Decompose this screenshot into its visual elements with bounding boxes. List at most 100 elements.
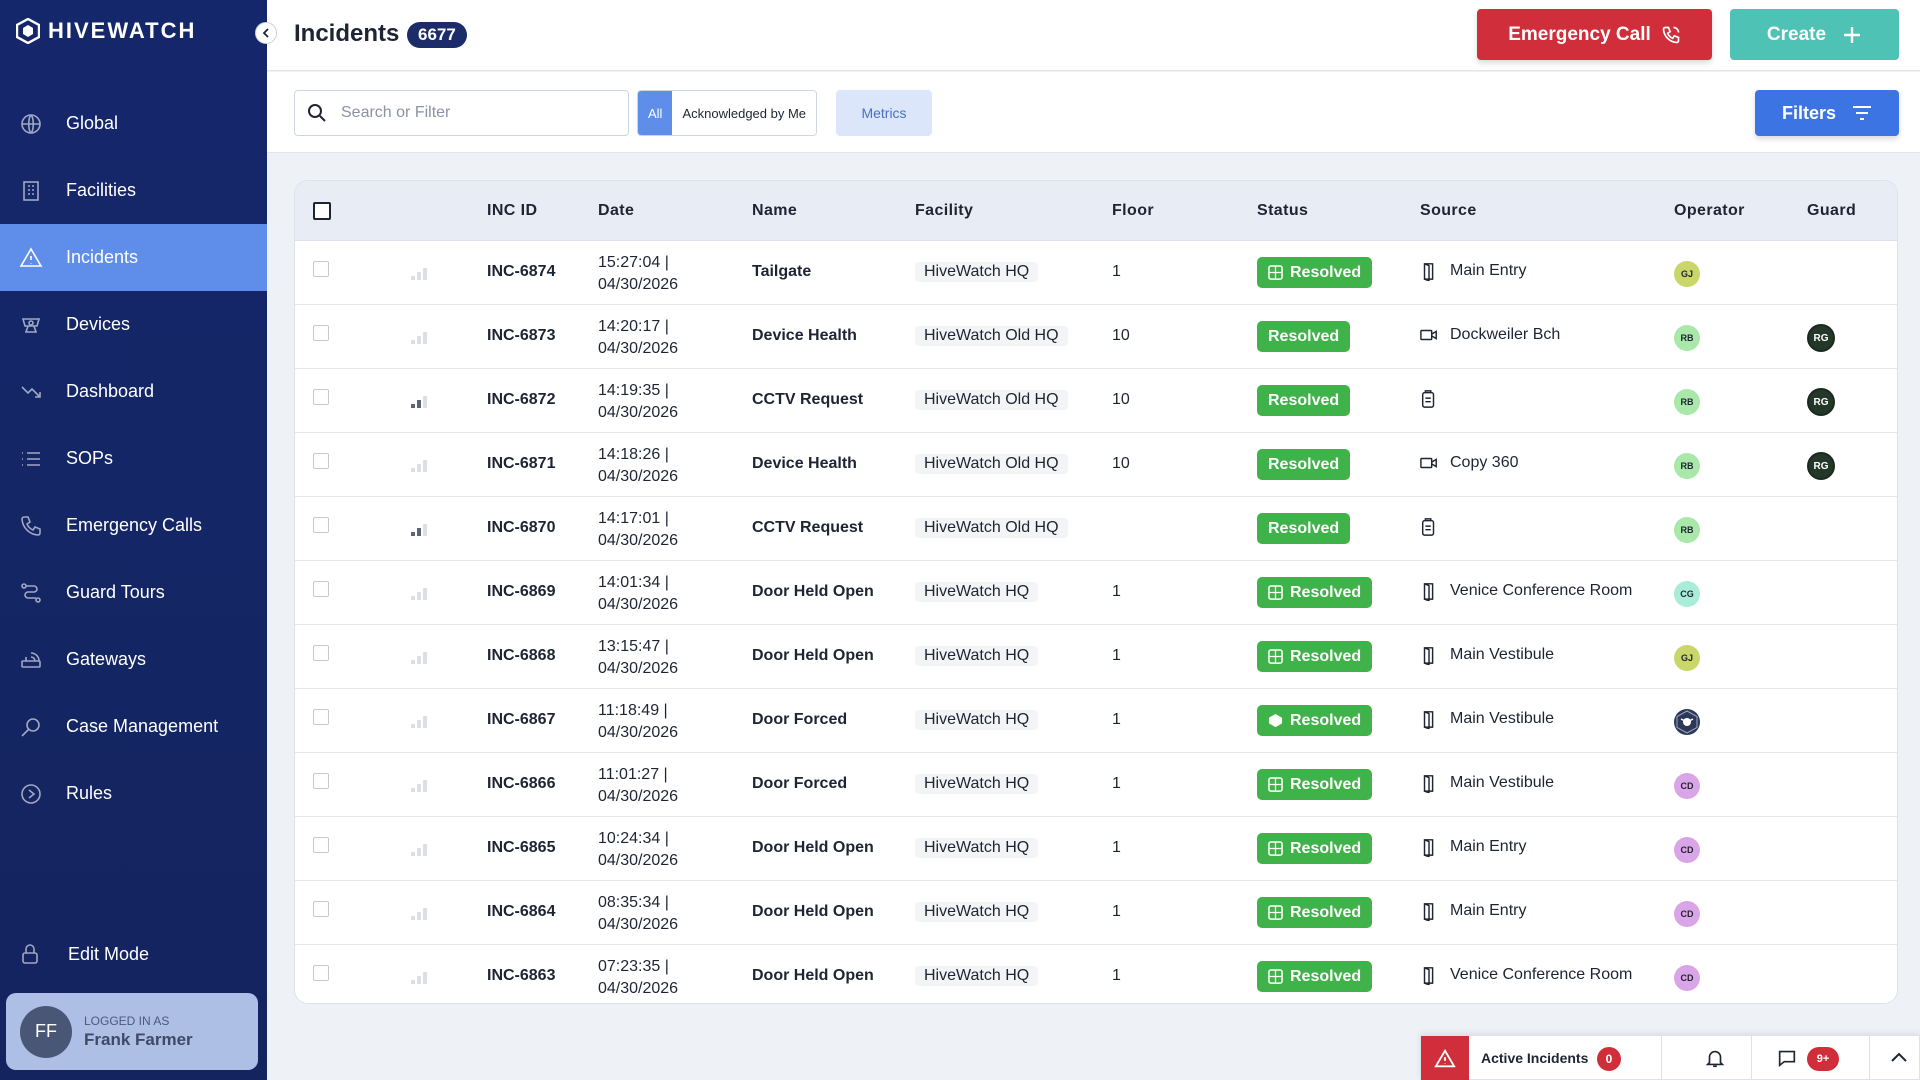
sidebar-item-gateways[interactable]: Gateways bbox=[0, 626, 267, 693]
incident-id[interactable]: INC-6868 bbox=[487, 647, 555, 665]
incident-id[interactable]: INC-6866 bbox=[487, 775, 555, 793]
incident-datetime: 13:15:47 | 04/30/2026 bbox=[598, 636, 678, 680]
incident-id[interactable]: INC-6867 bbox=[487, 711, 555, 729]
table-row[interactable]: INC-6868 13:15:47 | 04/30/2026 Door Held Op… bbox=[295, 625, 1897, 689]
column-header-inc-id[interactable]: INC ID bbox=[487, 202, 537, 220]
incident-id[interactable]: INC-6869 bbox=[487, 583, 555, 601]
incident-id[interactable]: INC-6872 bbox=[487, 391, 555, 409]
column-header-source[interactable]: Source bbox=[1420, 202, 1477, 220]
incident-id[interactable]: INC-6864 bbox=[487, 903, 555, 921]
sidebar-item-global[interactable]: Global bbox=[0, 90, 267, 157]
column-header-guard[interactable]: Guard bbox=[1807, 202, 1856, 220]
table-row[interactable]: INC-6863 07:23:35 | 04/30/2026 Door Held Op… bbox=[295, 945, 1897, 1003]
segment-all[interactable]: All bbox=[638, 91, 673, 135]
status-badge: Resolved bbox=[1257, 897, 1373, 928]
incident-name: Device Health bbox=[752, 327, 857, 344]
bell-icon[interactable] bbox=[1704, 1047, 1726, 1069]
incident-id[interactable]: INC-6863 bbox=[487, 967, 555, 985]
search-box[interactable] bbox=[294, 90, 629, 136]
segment-acknowledged-by-me[interactable]: Acknowledged by Me bbox=[672, 91, 817, 135]
sidebar-item-case-management[interactable]: Case Management bbox=[0, 693, 267, 760]
priority-bars-icon bbox=[411, 970, 429, 984]
row-checkbox[interactable] bbox=[313, 389, 329, 405]
operator-avatar[interactable]: RB bbox=[1674, 517, 1700, 543]
row-checkbox[interactable] bbox=[313, 773, 329, 789]
table-row[interactable]: INC-6865 10:24:34 | 04/30/2026 Door Held Op… bbox=[295, 817, 1897, 881]
operator-avatar[interactable] bbox=[1674, 709, 1700, 735]
operator-avatar[interactable]: CD bbox=[1674, 965, 1700, 991]
select-all-checkbox[interactable] bbox=[313, 202, 331, 220]
column-header-name[interactable]: Name bbox=[752, 202, 797, 220]
table-row[interactable]: INC-6864 08:35:34 | 04/30/2026 Door Held Op… bbox=[295, 881, 1897, 945]
row-checkbox[interactable] bbox=[313, 453, 329, 469]
table-row[interactable]: INC-6873 14:20:17 | 04/30/2026 Device Healt… bbox=[295, 305, 1897, 369]
column-header-floor[interactable]: Floor bbox=[1112, 202, 1154, 220]
search-input[interactable] bbox=[341, 104, 601, 122]
active-incidents-alert[interactable] bbox=[1421, 1036, 1469, 1080]
incident-id[interactable]: INC-6865 bbox=[487, 839, 555, 857]
table-row[interactable]: INC-6869 14:01:34 | 04/30/2026 Door Held Op… bbox=[295, 561, 1897, 625]
row-checkbox[interactable] bbox=[313, 517, 329, 533]
incident-id[interactable]: INC-6871 bbox=[487, 455, 555, 473]
row-checkbox[interactable] bbox=[313, 709, 329, 725]
row-checkbox[interactable] bbox=[313, 901, 329, 917]
user-card[interactable]: FF LOGGED IN AS Frank Farmer bbox=[6, 993, 258, 1070]
sidebar-item-emergency-calls[interactable]: Emergency Calls bbox=[0, 492, 267, 559]
column-header-date[interactable]: Date bbox=[598, 202, 634, 220]
incident-id[interactable]: INC-6874 bbox=[487, 263, 555, 281]
guard-avatar[interactable]: RG bbox=[1807, 324, 1835, 352]
incident-id[interactable]: INC-6873 bbox=[487, 327, 555, 345]
operator-avatar[interactable]: CD bbox=[1674, 773, 1700, 799]
brand[interactable]: HIVEWATCH bbox=[16, 18, 196, 44]
row-checkbox[interactable] bbox=[313, 645, 329, 661]
row-checkbox[interactable] bbox=[313, 965, 329, 981]
filters-button[interactable]: Filters bbox=[1755, 90, 1899, 136]
sidebar-item-dashboard[interactable]: Dashboard bbox=[0, 358, 267, 425]
sidebar-item-devices[interactable]: Devices bbox=[0, 291, 267, 358]
table-row[interactable]: INC-6871 14:18:26 | 04/30/2026 Device Healt… bbox=[295, 433, 1897, 497]
sidebar-item-guard-tours[interactable]: Guard Tours bbox=[0, 559, 267, 626]
door-grid-icon bbox=[1268, 777, 1283, 792]
incident-date: 04/30/2026 bbox=[598, 916, 679, 933]
chat-icon[interactable] bbox=[1776, 1047, 1798, 1069]
incident-date: 04/30/2026 bbox=[598, 788, 679, 805]
sidebar-item-incidents[interactable]: Incidents bbox=[0, 224, 267, 291]
operator-avatar[interactable]: GJ bbox=[1674, 645, 1700, 671]
operator-avatar[interactable]: RB bbox=[1674, 453, 1700, 479]
guard-avatar[interactable]: RG bbox=[1807, 452, 1835, 480]
incident-id[interactable]: INC-6870 bbox=[487, 519, 555, 537]
create-button[interactable]: Create bbox=[1730, 9, 1899, 60]
operator-avatar[interactable]: GJ bbox=[1674, 261, 1700, 287]
status-label: Resolved bbox=[1290, 775, 1362, 793]
table-row[interactable]: INC-6874 15:27:04 | 04/30/2026 Tailgate Hive… bbox=[295, 241, 1897, 305]
table-row[interactable]: INC-6867 11:18:49 | 04/30/2026 Door Forced H… bbox=[295, 689, 1897, 753]
sidebar-item-rules[interactable]: Rules bbox=[0, 760, 267, 827]
table-row[interactable]: INC-6866 11:01:27 | 04/30/2026 Door Forced H… bbox=[295, 753, 1897, 817]
operator-avatar[interactable]: CG bbox=[1674, 581, 1700, 607]
edit-mode-toggle[interactable]: Edit Mode bbox=[18, 942, 149, 966]
incident-datetime: 07:23:35 | 04/30/2026 bbox=[598, 956, 678, 1000]
sidebar-item-facilities[interactable]: Facilities bbox=[0, 157, 267, 224]
emergency-call-button[interactable]: Emergency Call bbox=[1477, 9, 1712, 60]
operator-avatar[interactable]: RB bbox=[1674, 325, 1700, 351]
row-checkbox[interactable] bbox=[313, 581, 329, 597]
row-checkbox[interactable] bbox=[313, 837, 329, 853]
operator-avatar[interactable]: RB bbox=[1674, 389, 1700, 415]
metrics-button[interactable]: Metrics bbox=[836, 90, 932, 136]
sidebar-item-sops[interactable]: SOPs bbox=[0, 425, 267, 492]
operator-avatar[interactable]: CD bbox=[1674, 837, 1700, 863]
operator-avatar[interactable]: CD bbox=[1674, 901, 1700, 927]
facility-tag: HiveWatch Old HQ bbox=[915, 518, 1068, 538]
table-row[interactable]: INC-6870 14:17:01 | 04/30/2026 CCTV Request… bbox=[295, 497, 1897, 561]
row-checkbox[interactable] bbox=[313, 325, 329, 341]
column-header-status[interactable]: Status bbox=[1257, 202, 1308, 220]
incident-name: Door Forced bbox=[752, 775, 848, 792]
row-checkbox[interactable] bbox=[313, 261, 329, 277]
chevron-up-icon[interactable] bbox=[1889, 1048, 1909, 1068]
column-header-facility[interactable]: Facility bbox=[915, 202, 973, 220]
guard-avatar[interactable]: RG bbox=[1807, 388, 1835, 416]
page-header: Incidents 6677 Emergency Call Create bbox=[267, 0, 1920, 71]
collapse-sidebar-button[interactable] bbox=[255, 22, 277, 44]
table-row[interactable]: INC-6872 14:19:35 | 04/30/2026 CCTV Request… bbox=[295, 369, 1897, 433]
column-header-operator[interactable]: Operator bbox=[1674, 202, 1745, 220]
